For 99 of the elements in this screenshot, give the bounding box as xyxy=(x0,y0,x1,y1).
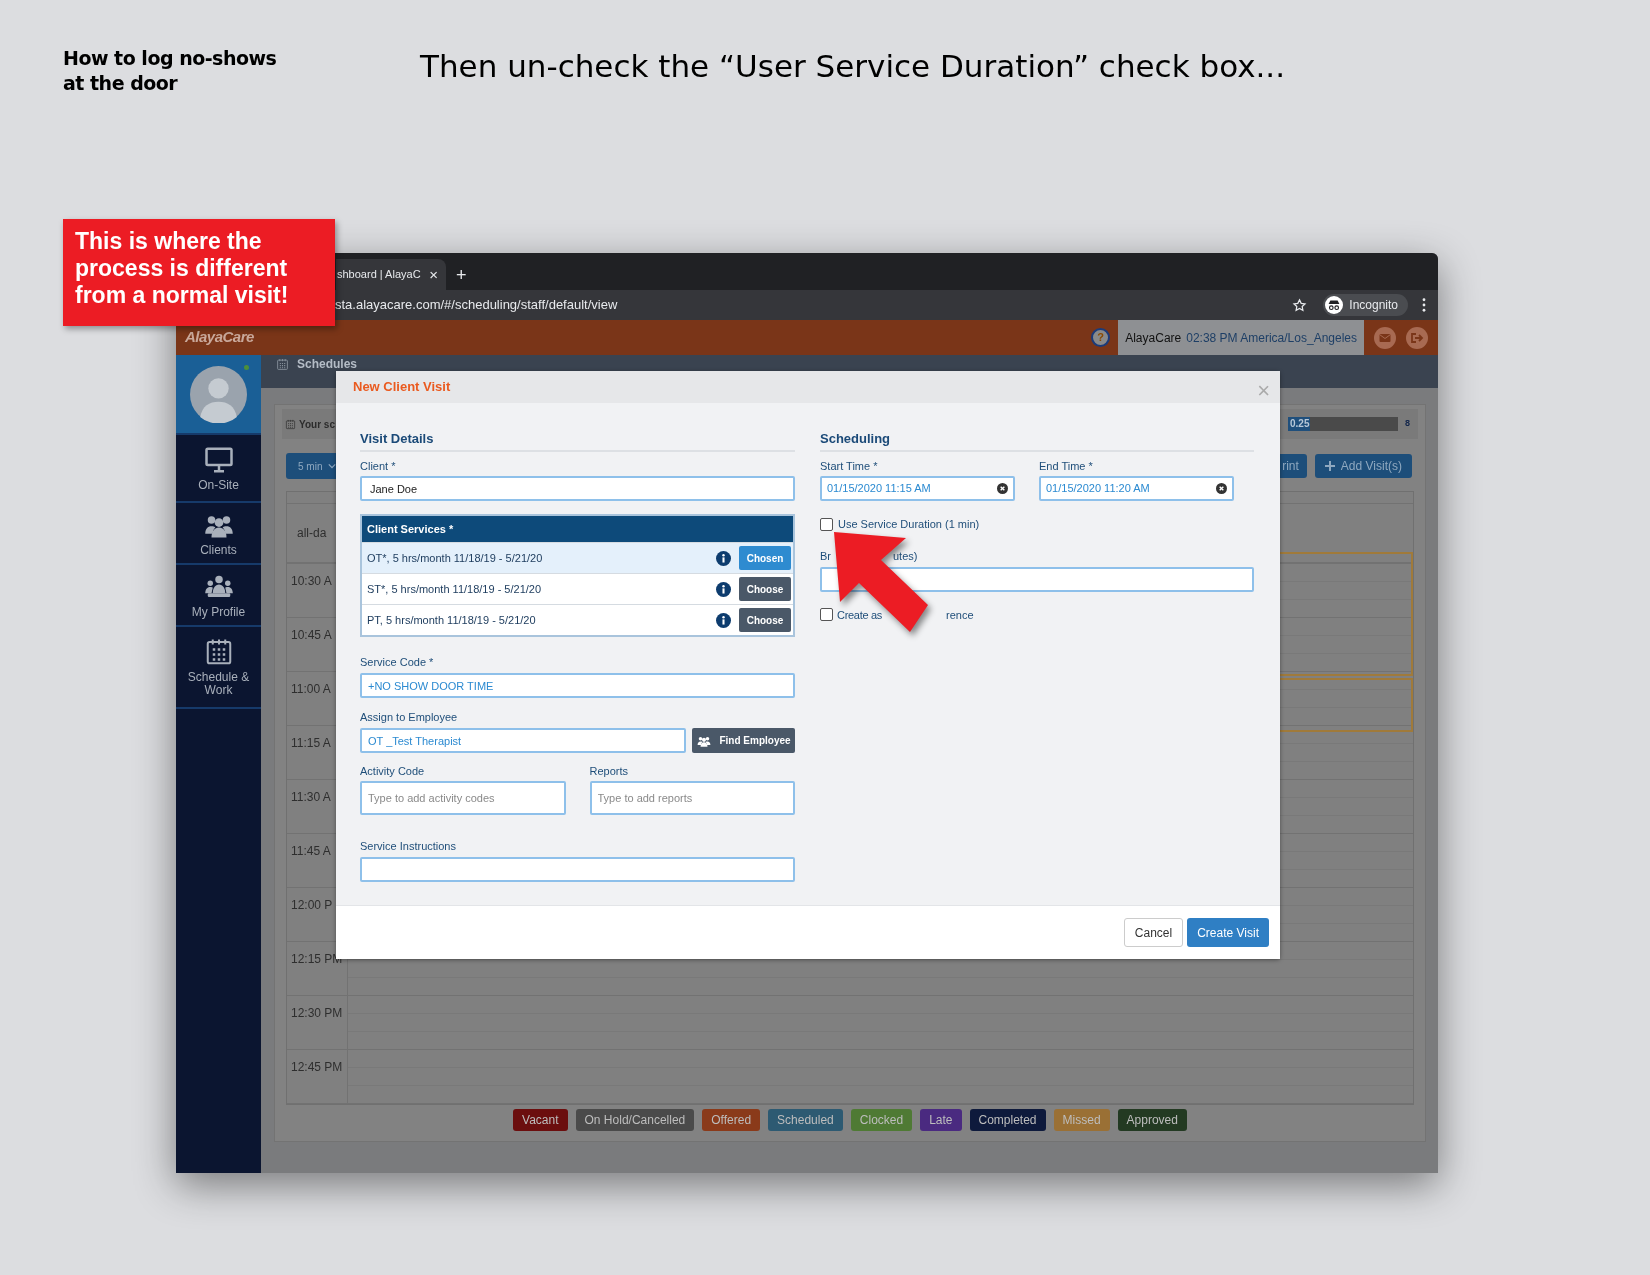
app-logo[interactable]: AlayaCare xyxy=(185,326,254,349)
legend-tag: Vacant xyxy=(513,1109,568,1131)
field-label: Service Code * xyxy=(360,656,435,668)
caret-icon xyxy=(328,463,337,469)
session-clock: 02:38 PM America/Los_Angeles xyxy=(1186,329,1357,347)
company-name: AlayaCare xyxy=(1125,329,1182,347)
checkbox[interactable] xyxy=(820,608,833,622)
reports-field[interactable]: Type to add reports xyxy=(589,781,795,815)
service-row[interactable]: OT*, 5 hrs/month 11/18/19 - 5/21/20 Chosen xyxy=(362,542,793,573)
service-name: ST*, 5 hrs/month 11/18/19 - 5/21/20 xyxy=(367,581,543,597)
checkbox-label: rence xyxy=(946,607,974,623)
field-label: utes) xyxy=(893,549,918,562)
time-label: 11:45 A xyxy=(291,844,331,858)
legend-tag: Late xyxy=(920,1109,962,1131)
service-row[interactable]: PT, 5 hrs/month 11/18/19 - 5/21/20 Choose xyxy=(362,604,793,635)
profile-button[interactable]: Incognito xyxy=(1323,294,1408,316)
date-value: 01/15/2020 11:20 AM xyxy=(1046,481,1151,497)
legend-tag: Approved xyxy=(1117,1109,1187,1131)
sidebar-label: My Profile xyxy=(190,605,247,619)
time-label: 12:30 PM xyxy=(291,1006,343,1020)
page-title: Schedules xyxy=(297,358,358,371)
browser-tab[interactable]: shboard | AlayaC × xyxy=(336,259,446,290)
plus-icon xyxy=(1324,461,1335,471)
legend-tag: Offered xyxy=(702,1109,761,1131)
employee-field[interactable]: OT _Test Therapist xyxy=(360,728,686,753)
sidebar-label: On-Site xyxy=(197,478,240,492)
time-label: 12:45 PM xyxy=(291,1060,343,1074)
progress-max: 8 xyxy=(1405,417,1410,431)
date-value: 01/15/2020 11:15 AM xyxy=(827,481,932,497)
field-label: Client * xyxy=(360,460,397,472)
add-visit-button[interactable]: Add Visit(s) xyxy=(1314,454,1412,478)
instructions-field[interactable] xyxy=(360,857,795,882)
tab-title: shboard | AlayaC xyxy=(337,267,421,283)
time-label: 12:00 P xyxy=(291,898,333,912)
star-icon[interactable] xyxy=(1292,297,1308,313)
legend-tag: Missed xyxy=(1053,1109,1110,1131)
section-heading: Visit Details xyxy=(360,431,795,452)
time-label: 11:30 A xyxy=(291,790,331,804)
service-code-field[interactable]: +NO SHOW DOOR TIME xyxy=(360,673,795,698)
menu-icon[interactable] xyxy=(1422,298,1426,312)
all-day-label: all-da xyxy=(297,525,327,542)
new-tab-button[interactable]: + xyxy=(456,266,467,284)
button-label: Find Employee xyxy=(719,734,791,748)
field-label: Service Instructions xyxy=(360,840,457,852)
sidebar-label: Clients xyxy=(199,543,238,557)
callout-banner: This is where the process is different from a normal visit! xyxy=(63,219,335,326)
cancel-button[interactable]: Cancel xyxy=(1123,918,1184,947)
calendar-icon xyxy=(276,358,289,371)
time-label: 10:30 A xyxy=(291,574,332,588)
slide-title: Then un-check the “User Service Duration” check box... xyxy=(420,47,1286,86)
checkbox-label: Use Service Duration (1 min) xyxy=(838,517,980,532)
calendar-icon xyxy=(285,418,296,430)
service-name: OT*, 5 hrs/month 11/18/19 - 5/21/20 xyxy=(367,550,544,566)
clear-icon[interactable] xyxy=(1216,483,1227,494)
create-visit-button[interactable]: Create Visit xyxy=(1187,918,1269,947)
sidebar-label: Schedule & Work xyxy=(186,671,251,697)
time-label: 11:15 A xyxy=(291,736,331,750)
interval-value: 5 min xyxy=(298,459,323,474)
time-label: 10:45 A xyxy=(291,628,332,642)
incognito-icon xyxy=(1325,296,1344,314)
field-label: Br xyxy=(820,549,831,562)
service-name: PT, 5 hrs/month 11/18/19 - 5/21/20 xyxy=(367,612,537,628)
field-label: Activity Code xyxy=(360,765,426,777)
legend-tag: Clocked xyxy=(850,1109,913,1131)
legend-tag: On Hold/Cancelled xyxy=(575,1109,695,1131)
section-heading: Scheduling xyxy=(820,431,1254,452)
profile-label: Incognito xyxy=(1349,297,1398,314)
time-label: 11:00 A xyxy=(291,682,331,696)
legend-tag: Scheduled xyxy=(768,1109,843,1131)
info-icon[interactable] xyxy=(716,581,731,597)
table-header: Client Services * xyxy=(362,516,793,542)
dialog-title: New Client Visit xyxy=(353,378,451,397)
choose-button[interactable]: Choose xyxy=(739,608,791,632)
slide-subtitle: How to log no-shows at the door xyxy=(63,46,278,96)
end-time-field[interactable]: 01/15/2020 11:20 AM xyxy=(1039,476,1234,501)
field-label: Assign to Employee xyxy=(360,711,459,723)
info-icon[interactable] xyxy=(716,612,731,628)
close-icon[interactable]: × xyxy=(429,267,438,282)
info-icon[interactable] xyxy=(716,550,731,566)
field-label: End Time * xyxy=(1039,460,1094,472)
address-bar[interactable]: sta.alayacare.com/#/scheduling/staff/default/view xyxy=(335,295,1293,315)
checkbox[interactable] xyxy=(820,517,833,531)
add-visit-label: Add Visit(s) xyxy=(1340,458,1402,475)
service-row[interactable]: ST*, 5 hrs/month 11/18/19 - 5/21/20 Choose xyxy=(362,573,793,604)
find-employee-button[interactable]: Find Employee xyxy=(692,728,795,753)
checkbox-label: Create as xyxy=(837,607,882,623)
activity-code-field[interactable]: Type to add activity codes xyxy=(360,781,566,815)
clear-icon[interactable] xyxy=(997,483,1008,494)
field-label: Start Time * xyxy=(820,460,879,472)
start-time-field[interactable]: 01/15/2020 11:15 AM xyxy=(820,476,1015,501)
field-label: Reports xyxy=(589,765,630,777)
legend-tag: Completed xyxy=(969,1109,1046,1131)
client-field[interactable]: Jane Doe xyxy=(360,476,795,501)
choose-button[interactable]: Choose xyxy=(739,577,791,601)
avatar[interactable] xyxy=(190,365,247,423)
progress-reading: 0.25 xyxy=(1290,417,1310,431)
summary-label: Your sc xyxy=(299,417,335,432)
status-dot xyxy=(244,365,249,370)
choose-button[interactable]: Chosen xyxy=(739,546,791,570)
